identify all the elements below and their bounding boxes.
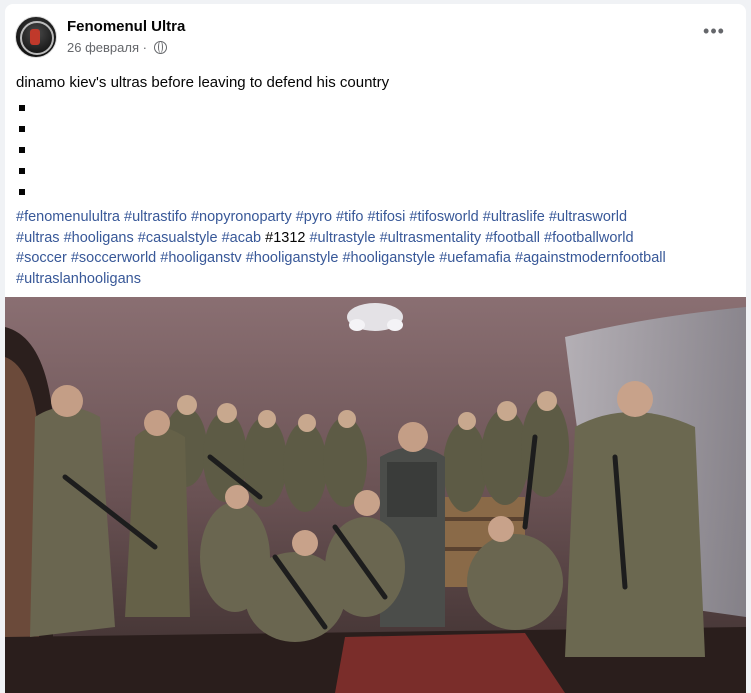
hashtag-link[interactable]: #ultrasmentality [380, 230, 482, 246]
meta-separator: · [142, 40, 147, 55]
hashtag-link[interactable]: #soccer [16, 250, 67, 266]
hashtag-link[interactable]: #hooliganstyle [246, 250, 339, 266]
post-header: Fenomenul Ultra 26 февраля · ••• [15, 16, 736, 60]
hashtag-link[interactable]: #casualstyle [138, 230, 218, 246]
hashtag-text: #1312 [265, 229, 306, 246]
bullet-mark [19, 147, 25, 153]
author-name[interactable]: Fenomenul Ultra [67, 18, 185, 35]
hashtag-line: #soccer #soccerworld #hooliganstv #hooli… [16, 248, 738, 269]
hashtag-link[interactable]: #tifo [336, 209, 363, 225]
hashtag-link[interactable]: #pyro [296, 209, 332, 225]
bullet-mark [19, 168, 25, 174]
hashtag-link[interactable]: #ultrastyle [309, 230, 375, 246]
hashtag-link[interactable]: #hooligans [64, 230, 134, 246]
hashtag-line: #ultraslanhooligans [16, 269, 738, 290]
globe-icon[interactable] [153, 41, 167, 54]
post-meta: 26 февраля · [67, 40, 167, 55]
photo-illustration [5, 297, 746, 693]
hashtag-link[interactable]: #tifosi [368, 209, 406, 225]
hashtag-link[interactable]: #uefamafia [439, 250, 511, 266]
bullet-list [19, 105, 25, 210]
hashtag-block: #fenomenulultra #ultrastifo #nopyronopar… [16, 207, 738, 289]
hashtag-link[interactable]: #nopyronoparty [191, 209, 292, 225]
hashtag-link[interactable]: #ultraslife [483, 209, 545, 225]
hashtag-link[interactable]: #ultrastifo [124, 209, 187, 225]
hashtag-link[interactable]: #ultraslanhooligans [16, 271, 141, 287]
page-avatar[interactable] [15, 16, 57, 58]
bullet-mark [19, 189, 25, 195]
avatar-logo-figure [30, 29, 40, 45]
hashtag-link[interactable]: #tifosworld [409, 209, 478, 225]
hashtag-link[interactable]: #football [485, 230, 540, 246]
hashtag-link[interactable]: #footballworld [544, 230, 633, 246]
hashtag-link[interactable]: #ultras [16, 230, 60, 246]
hashtag-link[interactable]: #fenomenulultra [16, 209, 120, 225]
bullet-mark [19, 105, 25, 111]
hashtag-link[interactable]: #soccerworld [71, 250, 156, 266]
group-photo-image[interactable] [5, 297, 746, 693]
hashtag-link[interactable]: #acab [222, 230, 262, 246]
hashtag-line: #ultras #hooligans #casualstyle #acab #1… [16, 228, 738, 249]
hashtag-link[interactable]: #hooliganstv [160, 250, 241, 266]
hashtag-link[interactable]: #againstmodernfootball [515, 250, 666, 266]
post-text: dinamo kiev's ultras before leaving to d… [16, 74, 390, 91]
hashtag-link[interactable]: #ultrasworld [549, 209, 627, 225]
post-card: Fenomenul Ultra 26 февраля · ••• dinamo … [5, 4, 746, 693]
hashtag-link[interactable]: #hooliganstyle [342, 250, 435, 266]
bullet-mark [19, 126, 25, 132]
post-date[interactable]: 26 февраля [67, 40, 139, 55]
hashtag-line: #fenomenulultra #ultrastifo #nopyronopar… [16, 207, 738, 228]
more-options-button[interactable]: ••• [700, 22, 728, 44]
